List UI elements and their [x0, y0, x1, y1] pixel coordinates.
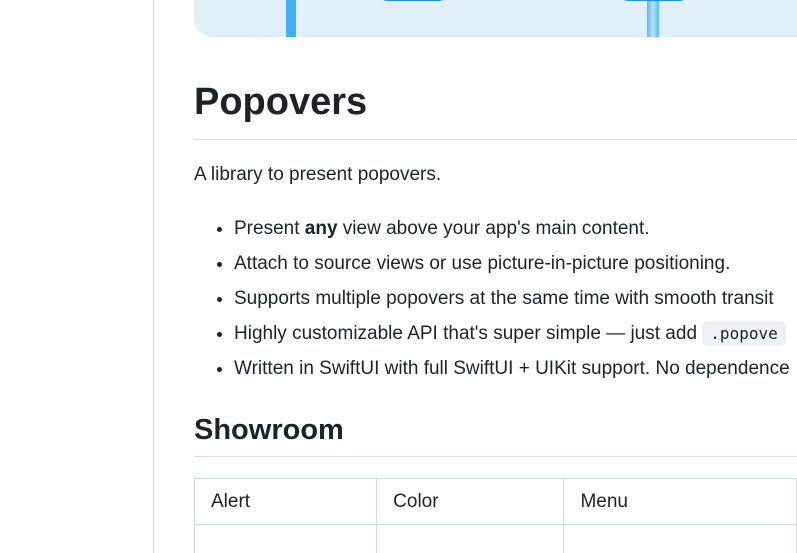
banner-popover-shape-2 — [620, 0, 688, 1]
left-sidebar — [0, 0, 154, 553]
feature-list: Present any view above your app's main c… — [194, 211, 790, 386]
table-cell — [563, 524, 797, 553]
readme-banner-image — [194, 0, 797, 37]
feature-text: Present — [234, 218, 305, 239]
feature-item: Attach to source views or use picture-in… — [234, 246, 790, 281]
feature-text: view above your app's main content. — [337, 218, 650, 239]
feature-bold-text: any — [304, 218, 338, 239]
table-cell — [194, 524, 378, 553]
inline-code: .popove — [702, 321, 786, 346]
page-title: Popovers — [194, 81, 368, 123]
banner-bar-right — [647, 0, 659, 37]
feature-item: Present any view above your app's main c… — [234, 211, 790, 246]
column-header-alert: Alert — [194, 478, 378, 525]
showroom-table: Alert Color Menu — [194, 478, 797, 553]
banner-popover-shape-1 — [379, 0, 447, 1]
table-cell — [376, 524, 565, 553]
readme-content: Popovers A library to present popovers. … — [194, 0, 797, 553]
table-row — [194, 524, 797, 553]
intro-text: A library to present popovers. — [194, 164, 442, 185]
column-header-color: Color — [376, 478, 565, 525]
feature-text: Attach to source views or use picture-in… — [234, 253, 731, 274]
feature-text: Highly customizable API that's super sim… — [234, 323, 703, 344]
feature-text: Supports multiple popovers at the same t… — [234, 288, 774, 309]
showroom-heading: Showroom — [194, 414, 344, 446]
title-divider — [194, 139, 797, 140]
feature-item: Highly customizable API that's super sim… — [234, 316, 790, 351]
feature-item: Written in SwiftUI with full SwiftUI + U… — [234, 351, 790, 386]
feature-text: Written in SwiftUI with full SwiftUI + U… — [234, 358, 790, 379]
table-header-row: Alert Color Menu — [194, 478, 797, 525]
column-header-menu: Menu — [563, 478, 797, 525]
banner-bar-left — [286, 0, 296, 37]
feature-item: Supports multiple popovers at the same t… — [234, 281, 790, 316]
showroom-divider — [194, 456, 797, 457]
